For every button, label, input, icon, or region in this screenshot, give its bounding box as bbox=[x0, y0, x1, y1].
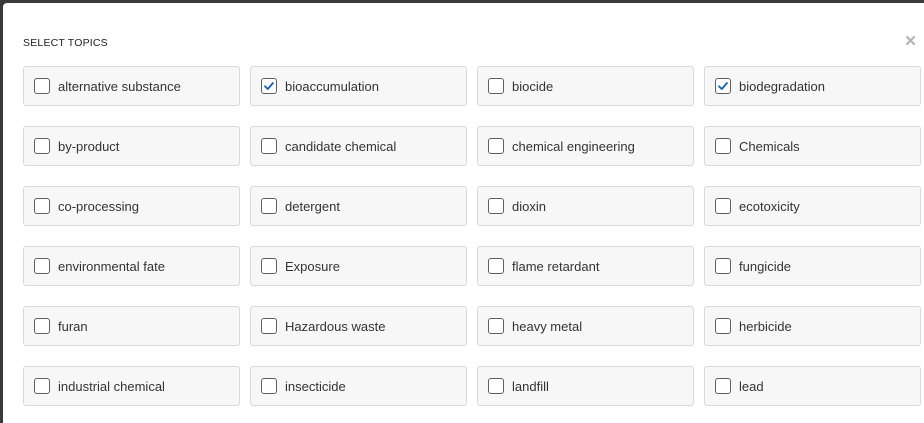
checkbox-unchecked[interactable] bbox=[34, 318, 50, 334]
topic-label: candidate chemical bbox=[285, 138, 397, 154]
checkbox-unchecked[interactable] bbox=[261, 198, 277, 214]
topic-label: detergent bbox=[285, 198, 340, 214]
checkbox-unchecked[interactable] bbox=[488, 378, 504, 394]
topic-option[interactable]: flame retardant bbox=[477, 246, 694, 286]
checkbox-unchecked[interactable] bbox=[488, 138, 504, 154]
topic-option[interactable]: Chemicals bbox=[704, 126, 921, 166]
checkmark-icon bbox=[264, 82, 274, 90]
topic-label: environmental fate bbox=[58, 258, 165, 274]
topic-label: by-product bbox=[58, 138, 120, 154]
topic-option[interactable]: furan bbox=[23, 306, 240, 346]
topic-option[interactable]: biocide bbox=[477, 66, 694, 106]
checkbox-unchecked[interactable] bbox=[34, 378, 50, 394]
checkbox-unchecked[interactable] bbox=[715, 378, 731, 394]
topic-option[interactable]: Exposure bbox=[250, 246, 467, 286]
topic-label: biocide bbox=[512, 78, 554, 94]
topic-option[interactable]: ecotoxicity bbox=[704, 186, 921, 226]
topic-label: landfill bbox=[512, 378, 549, 394]
topic-option[interactable]: alternative substance bbox=[23, 66, 240, 106]
topic-option[interactable]: candidate chemical bbox=[250, 126, 467, 166]
topic-label: fungicide bbox=[739, 258, 792, 274]
topic-option[interactable]: Hazardous waste bbox=[250, 306, 467, 346]
topic-option[interactable]: insecticide bbox=[250, 366, 467, 406]
checkbox-unchecked[interactable] bbox=[261, 138, 277, 154]
dialog-title: SELECT TOPICS bbox=[23, 37, 108, 49]
topic-option[interactable]: co-processing bbox=[23, 186, 240, 226]
topic-label: herbicide bbox=[739, 318, 792, 334]
checkbox-unchecked[interactable] bbox=[261, 258, 277, 274]
checkbox-checked[interactable] bbox=[715, 78, 731, 94]
topic-label: Hazardous waste bbox=[285, 318, 386, 334]
topic-option[interactable]: landfill bbox=[477, 366, 694, 406]
topic-label: biodegradation bbox=[739, 78, 826, 94]
checkbox-unchecked[interactable] bbox=[715, 138, 731, 154]
topic-label: ecotoxicity bbox=[739, 198, 800, 214]
topic-option[interactable]: chemical engineering bbox=[477, 126, 694, 166]
topic-label: heavy metal bbox=[512, 318, 583, 334]
checkbox-unchecked[interactable] bbox=[34, 258, 50, 274]
topic-option[interactable]: fungicide bbox=[704, 246, 921, 286]
checkbox-unchecked[interactable] bbox=[715, 318, 731, 334]
topic-label: dioxin bbox=[512, 198, 546, 214]
topic-option[interactable]: dioxin bbox=[477, 186, 694, 226]
topic-label: bioaccumulation bbox=[285, 78, 379, 94]
topic-label: furan bbox=[58, 318, 88, 334]
topic-option[interactable]: biodegradation bbox=[704, 66, 921, 106]
topic-label: co-processing bbox=[58, 198, 139, 214]
topic-label: Chemicals bbox=[739, 138, 800, 154]
checkbox-checked[interactable] bbox=[261, 78, 277, 94]
checkbox-unchecked[interactable] bbox=[488, 78, 504, 94]
checkbox-unchecked[interactable] bbox=[488, 318, 504, 334]
topic-option[interactable]: by-product bbox=[23, 126, 240, 166]
checkbox-unchecked[interactable] bbox=[261, 318, 277, 334]
checkbox-unchecked[interactable] bbox=[34, 198, 50, 214]
topic-label: alternative substance bbox=[58, 78, 181, 94]
checkmark-icon bbox=[718, 82, 728, 90]
checkbox-unchecked[interactable] bbox=[261, 378, 277, 394]
checkbox-unchecked[interactable] bbox=[715, 258, 731, 274]
topic-option[interactable]: herbicide bbox=[704, 306, 921, 346]
topic-grid: alternative substance bioaccumulation bioc… bbox=[23, 66, 921, 406]
topic-option[interactable]: detergent bbox=[250, 186, 467, 226]
topic-option[interactable]: heavy metal bbox=[477, 306, 694, 346]
topic-label: chemical engineering bbox=[512, 138, 635, 154]
select-topics-dialog: SELECT TOPICS × alternative substance bio… bbox=[3, 3, 924, 423]
topic-option[interactable]: environmental fate bbox=[23, 246, 240, 286]
topic-label: industrial chemical bbox=[58, 378, 165, 394]
close-icon[interactable]: × bbox=[905, 32, 923, 52]
checkbox-unchecked[interactable] bbox=[34, 78, 50, 94]
topic-option[interactable]: lead bbox=[704, 366, 921, 406]
checkbox-unchecked[interactable] bbox=[34, 138, 50, 154]
topic-option[interactable]: industrial chemical bbox=[23, 366, 240, 406]
checkbox-unchecked[interactable] bbox=[488, 198, 504, 214]
checkbox-unchecked[interactable] bbox=[715, 198, 731, 214]
topic-option[interactable]: bioaccumulation bbox=[250, 66, 467, 106]
checkbox-unchecked[interactable] bbox=[488, 258, 504, 274]
topic-label: insecticide bbox=[285, 378, 346, 394]
topic-label: lead bbox=[739, 378, 764, 394]
topic-label: flame retardant bbox=[512, 258, 600, 274]
topic-label: Exposure bbox=[285, 258, 340, 274]
